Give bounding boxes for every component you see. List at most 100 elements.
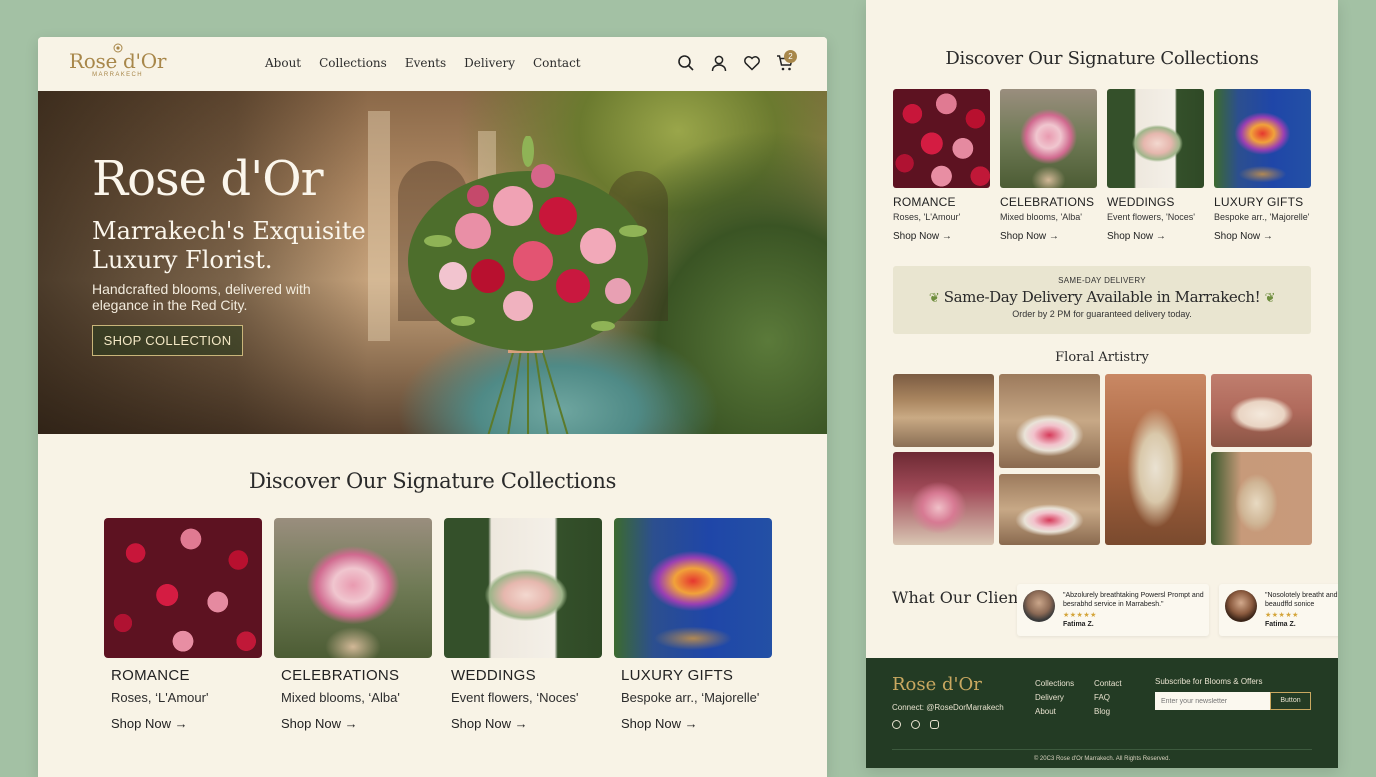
gallery-image[interactable] [1105, 374, 1206, 545]
collection-card-luxury-gifts[interactable]: LUXURY GIFTS Bespoke arr., 'Majorelle' S… [1214, 89, 1311, 242]
shop-now-link[interactable]: Shop Now → [621, 716, 772, 731]
shop-collection-button[interactable]: SHOP COLLECTION [92, 325, 243, 356]
collection-title: LUXURY GIFTS [1214, 195, 1304, 209]
subscribe-button[interactable]: Button [1270, 692, 1311, 710]
footer-links-col2: Contact FAQ Blog [1094, 677, 1122, 719]
luxury-gifts-image [1214, 89, 1311, 188]
star-rating: ★★★★★ [1063, 611, 1097, 619]
celebrations-image [1000, 89, 1097, 188]
collection-subtitle: Event flowers, 'Noces' [1107, 212, 1195, 222]
testimonial-card: "Nosolotely breatht and beaudffd sonice … [1219, 584, 1338, 636]
collection-subtitle: Mixed blooms, 'Alba' [1000, 212, 1082, 222]
search-icon[interactable] [677, 54, 695, 72]
delivery-headline-row: ❦ Same-Day Delivery Available in Marrake… [893, 288, 1311, 306]
gallery-image[interactable] [999, 474, 1100, 545]
user-icon[interactable] [710, 54, 728, 72]
leaf-icon: ❦ [1264, 291, 1276, 306]
shop-now-link[interactable]: Shop Now → [893, 231, 990, 242]
footer-logo[interactable]: Rose d'Or [892, 674, 982, 695]
nav-events[interactable]: Events [405, 56, 446, 70]
avatar [1023, 590, 1055, 622]
gallery-image[interactable] [1211, 452, 1312, 545]
instagram-icon[interactable] [930, 720, 939, 729]
nav-contact[interactable]: Contact [533, 56, 581, 70]
nav-icons [677, 54, 794, 72]
collection-subtitle: Bespoke arr., ‘Majorelle' [621, 690, 760, 705]
collection-card-weddings[interactable]: WEDDINGS Event flowers, ‘Noces' Shop Now… [444, 518, 602, 731]
delivery-banner: SAME-DAY DELIVERY ❦ Same-Day Delivery Av… [893, 266, 1311, 334]
footer-connect: Connect: @RoseDorMarrakech [892, 703, 1004, 712]
scrolled-page: Discover Our Signature Collections ROMAN… [866, 0, 1338, 768]
heart-icon[interactable] [743, 54, 761, 72]
footer-link-faq[interactable]: FAQ [1094, 691, 1122, 705]
collection-card-romance[interactable]: ROMANCE Roses, 'L'Amour' Shop Now → [893, 89, 990, 242]
shop-now-link[interactable]: Shop Now → [281, 716, 432, 731]
footer-link-contact[interactable]: Contact [1094, 677, 1122, 691]
pinterest-icon[interactable] [911, 720, 920, 729]
collection-card-luxury-gifts[interactable]: LUXURY GIFTS Bespoke arr., ‘Majorelle' S… [614, 518, 772, 731]
nav-collections[interactable]: Collections [319, 56, 387, 70]
collection-title: CELEBRATIONS [1000, 195, 1095, 209]
delivery-label: SAME-DAY DELIVERY [1058, 276, 1146, 285]
shop-now-link[interactable]: Shop Now → [1214, 231, 1311, 242]
desktop-page: Rose d'Or MARRAKECH About Collections Ev… [38, 37, 827, 777]
gallery-image[interactable] [893, 374, 994, 447]
nav-about[interactable]: About [265, 56, 301, 70]
floral-artistry-title: Floral Artistry [1055, 350, 1149, 365]
nav-links: About Collections Events Delivery Contac… [265, 56, 581, 70]
collection-card-celebrations[interactable]: CELEBRATIONS Mixed blooms, ‘Alba' Shop N… [274, 518, 432, 731]
testimonial-quote: "Nosolotely breatht and beaudffd sonice [1265, 592, 1338, 608]
romance-image [893, 89, 990, 188]
footer-divider [892, 749, 1312, 750]
brand-logo[interactable]: Rose d'Or MARRAKECH [69, 43, 166, 78]
collection-subtitle: Mixed blooms, ‘Alba' [281, 690, 400, 705]
footer-links-col1: Collections Delivery About [1035, 677, 1074, 719]
collection-title: ROMANCE [893, 195, 956, 209]
collection-subtitle: Roses, ‘L'Amour' [111, 690, 209, 705]
site-footer: Rose d'Or Connect: @RoseDorMarrakech Col… [866, 658, 1338, 768]
shop-now-link[interactable]: Shop Now → [451, 716, 602, 731]
delivery-note: Order by 2 PM for guaranteed delivery to… [1012, 309, 1192, 319]
shop-now-link[interactable]: Shop Now → [111, 716, 262, 731]
rose-logo-icon [113, 43, 123, 53]
celebrations-image [274, 518, 432, 658]
weddings-image [444, 518, 602, 658]
luxury-gifts-image [614, 518, 772, 658]
shop-now-link[interactable]: Shop Now → [1107, 231, 1204, 242]
testimonial-name: Fatima Z. [1063, 621, 1094, 628]
gallery-image[interactable] [1211, 374, 1312, 447]
cart-count-badge: 2 [784, 50, 797, 63]
collection-title: ROMANCE [111, 667, 190, 684]
gallery-image[interactable] [999, 374, 1100, 468]
footer-link-blog[interactable]: Blog [1094, 705, 1122, 719]
leaf-icon: ❦ [928, 291, 940, 306]
footer-link-collections[interactable]: Collections [1035, 677, 1074, 691]
collections-title: Discover Our Signature Collections [248, 469, 617, 493]
testimonial-name: Fatima Z. [1265, 621, 1296, 628]
nav-delivery[interactable]: Delivery [464, 56, 515, 70]
collection-card-romance[interactable]: ROMANCE Roses, ‘L'Amour' Shop Now → [104, 518, 262, 731]
shop-now-link[interactable]: Shop Now → [1000, 231, 1097, 242]
footer-link-delivery[interactable]: Delivery [1035, 691, 1074, 705]
romance-image [104, 518, 262, 658]
newsletter-input[interactable] [1155, 692, 1270, 710]
collection-title: LUXURY GIFTS [621, 667, 734, 684]
facebook-icon[interactable] [892, 720, 901, 729]
collection-subtitle: Roses, 'L'Amour' [893, 212, 961, 222]
avatar [1225, 590, 1257, 622]
star-rating: ★★★★★ [1265, 611, 1299, 619]
collections-title: Discover Our Signature Collections [945, 48, 1259, 69]
delivery-headline: Same-Day Delivery Available in Marrakech… [943, 288, 1261, 306]
hero-title: Rose d'Or [92, 151, 324, 207]
collection-card-weddings[interactable]: WEDDINGS Event flowers, 'Noces' Shop Now… [1107, 89, 1204, 242]
collection-title: WEDDINGS [451, 667, 536, 684]
testimonial-card: "Abzolurely breathtaking Powersl Prompt … [1017, 584, 1209, 636]
footer-link-about[interactable]: About [1035, 705, 1074, 719]
social-links [892, 720, 939, 729]
collection-card-celebrations[interactable]: CELEBRATIONS Mixed blooms, 'Alba' Shop N… [1000, 89, 1097, 242]
testimonial-quote: "Abzolurely breathtaking Powersl Prompt … [1063, 592, 1204, 608]
weddings-image [1107, 89, 1204, 188]
bouquet-image [408, 136, 648, 434]
gallery-image[interactable] [893, 452, 994, 545]
collection-title: WEDDINGS [1107, 195, 1175, 209]
